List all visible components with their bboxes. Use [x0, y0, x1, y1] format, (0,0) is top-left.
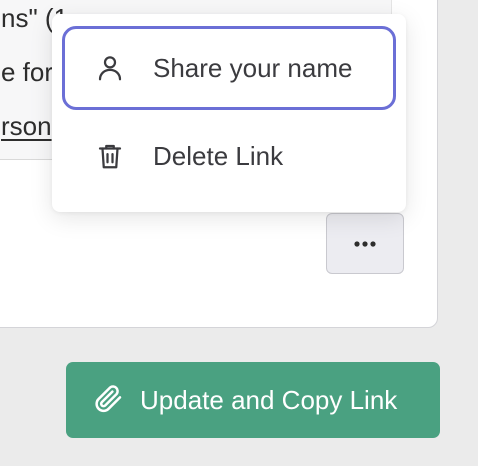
person-icon [93, 51, 127, 85]
menu-item-label: Delete Link [153, 140, 284, 171]
preview-text-line: rson [1, 111, 52, 141]
more-options-button[interactable] [326, 213, 404, 274]
menu-item-label: Share your name [153, 52, 353, 83]
trash-icon [93, 139, 127, 173]
menu-item-share-your-name[interactable]: Share your name [62, 26, 396, 110]
more-horizontal-icon [354, 240, 376, 247]
update-and-copy-link-button[interactable]: Update and Copy Link [66, 362, 440, 438]
paperclip-icon [92, 382, 124, 419]
options-dropdown-menu: Share your name Delete Link [52, 14, 406, 212]
preview-text-line: e for [1, 57, 54, 87]
update-and-copy-link-label: Update and Copy Link [140, 384, 398, 415]
menu-item-delete-link[interactable]: Delete Link [62, 114, 396, 198]
